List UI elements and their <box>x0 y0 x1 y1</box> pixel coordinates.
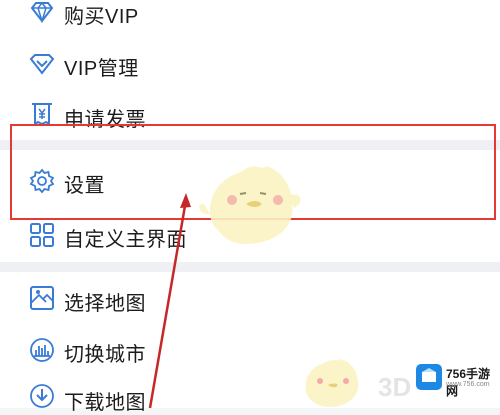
mascot-watermark <box>199 166 301 244</box>
mascot-watermark-small <box>305 359 359 407</box>
watermark-overlay-text: 3D <box>378 372 412 402</box>
site-logo-icon <box>416 364 442 390</box>
watermark-url: www.756.com <box>446 381 490 388</box>
